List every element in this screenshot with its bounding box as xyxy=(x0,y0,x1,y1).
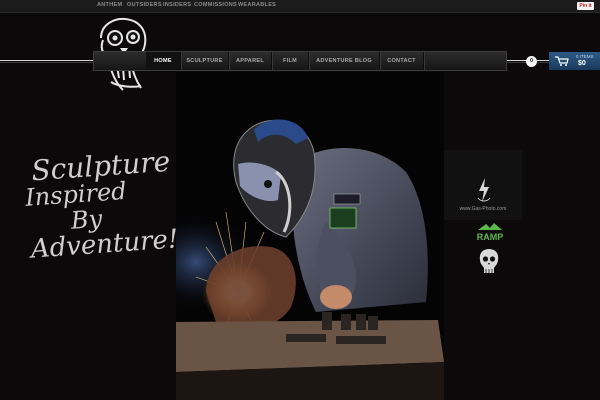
cart-count-badge[interactable]: 0 xyxy=(526,56,537,67)
nav-home[interactable]: HOME xyxy=(146,52,181,70)
hero-image-welder xyxy=(176,72,444,400)
tagline-line-4: Adventure! xyxy=(29,224,180,265)
sponsor-gas-photo[interactable]: www.Gas-Photo.com xyxy=(444,150,522,220)
nav-adventure-blog[interactable]: ADVENTURE BLOG xyxy=(309,52,380,70)
top-link-commissions[interactable]: COMMISSIONS xyxy=(194,2,237,8)
ramp-logo-text: RAMP xyxy=(477,232,504,242)
cart-icon xyxy=(555,56,569,66)
top-link-outsiders[interactable]: OUTSIDERS xyxy=(127,2,162,8)
ramp-logo[interactable]: RAMP xyxy=(474,222,506,242)
top-link-anthem[interactable]: ANTHEM xyxy=(97,2,122,8)
cart-items-text: 0 ITEMS xyxy=(576,54,594,59)
nav-apparel[interactable]: APPAREL xyxy=(229,52,272,70)
main-nav: HOME SCULPTURE APPAREL FILM ADVENTURE BL… xyxy=(93,51,600,71)
pinterest-button[interactable]: Pin it xyxy=(577,2,594,10)
top-link-wearables[interactable]: WEARABLES xyxy=(238,2,276,8)
top-bar: ANTHEM OUTSIDERS INSIDERS COMMISSIONS WE… xyxy=(0,0,600,13)
nav-sculpture[interactable]: SCULPTURE xyxy=(181,52,229,70)
nav-contact[interactable]: CONTACT xyxy=(380,52,424,70)
cart-amount: $0 xyxy=(578,60,586,67)
skull-icon[interactable] xyxy=(478,248,500,276)
sponsor-url: www.Gas-Photo.com xyxy=(459,206,507,212)
lightning-bolt-icon xyxy=(477,178,491,202)
tagline: Sculpture Inspired By Adventure! xyxy=(22,145,180,265)
top-link-insiders[interactable]: INSIDERS xyxy=(163,2,191,8)
cart-button[interactable]: 0 ITEMS $0 xyxy=(549,52,600,70)
nav-film[interactable]: FILM xyxy=(272,52,309,70)
